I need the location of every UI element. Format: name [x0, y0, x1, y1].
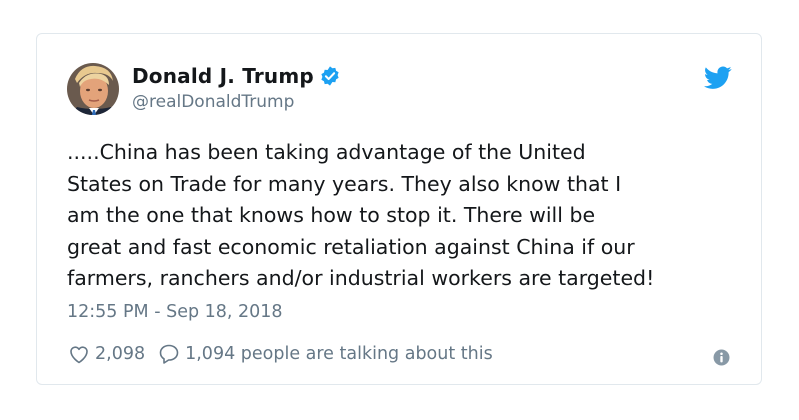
tweet-text-line: .....China has been taking advantage of …	[67, 140, 586, 164]
tweet-actions: 2,098 1,094 people are talking about thi…	[67, 342, 493, 366]
verified-badge-icon	[321, 66, 339, 86]
info-icon[interactable]	[713, 349, 730, 366]
tweet-text-line: great and fast economic retaliation agai…	[67, 234, 635, 259]
twitter-bird-icon[interactable]	[704, 66, 732, 90]
avatar[interactable]	[67, 63, 119, 115]
conversation-link[interactable]: 1,094 people are talking about this	[157, 342, 493, 366]
tweet-text-line: States on Trade for many years. They als…	[67, 171, 622, 196]
heart-icon	[70, 346, 88, 364]
like-count: 2,098	[95, 344, 146, 364]
like-button[interactable]: 2,098	[67, 342, 145, 366]
speech-bubble-icon	[159, 344, 179, 364]
tweet-text-line: am the one that knows how to stop it. Th…	[67, 203, 596, 228]
avatar-image	[67, 63, 119, 115]
author-name[interactable]: Donald J. Trump	[132, 64, 314, 88]
tweet-text: .....China has been taking advantage of …	[67, 137, 747, 295]
tweet-text-line: farmers, ranchers and/or industrial work…	[67, 266, 655, 291]
author-name-row[interactable]: Donald J. Trump	[132, 64, 341, 88]
conversation-count: 1,094 people are talking about this	[185, 344, 493, 364]
embedded-tweet-card[interactable]: Donald J. Trump @realDonaldTrump .....Ch…	[36, 33, 762, 385]
tweet-timestamp[interactable]: 12:55 PM - Sep 18, 2018	[67, 302, 283, 322]
author-handle[interactable]: @realDonaldTrump	[132, 92, 294, 112]
